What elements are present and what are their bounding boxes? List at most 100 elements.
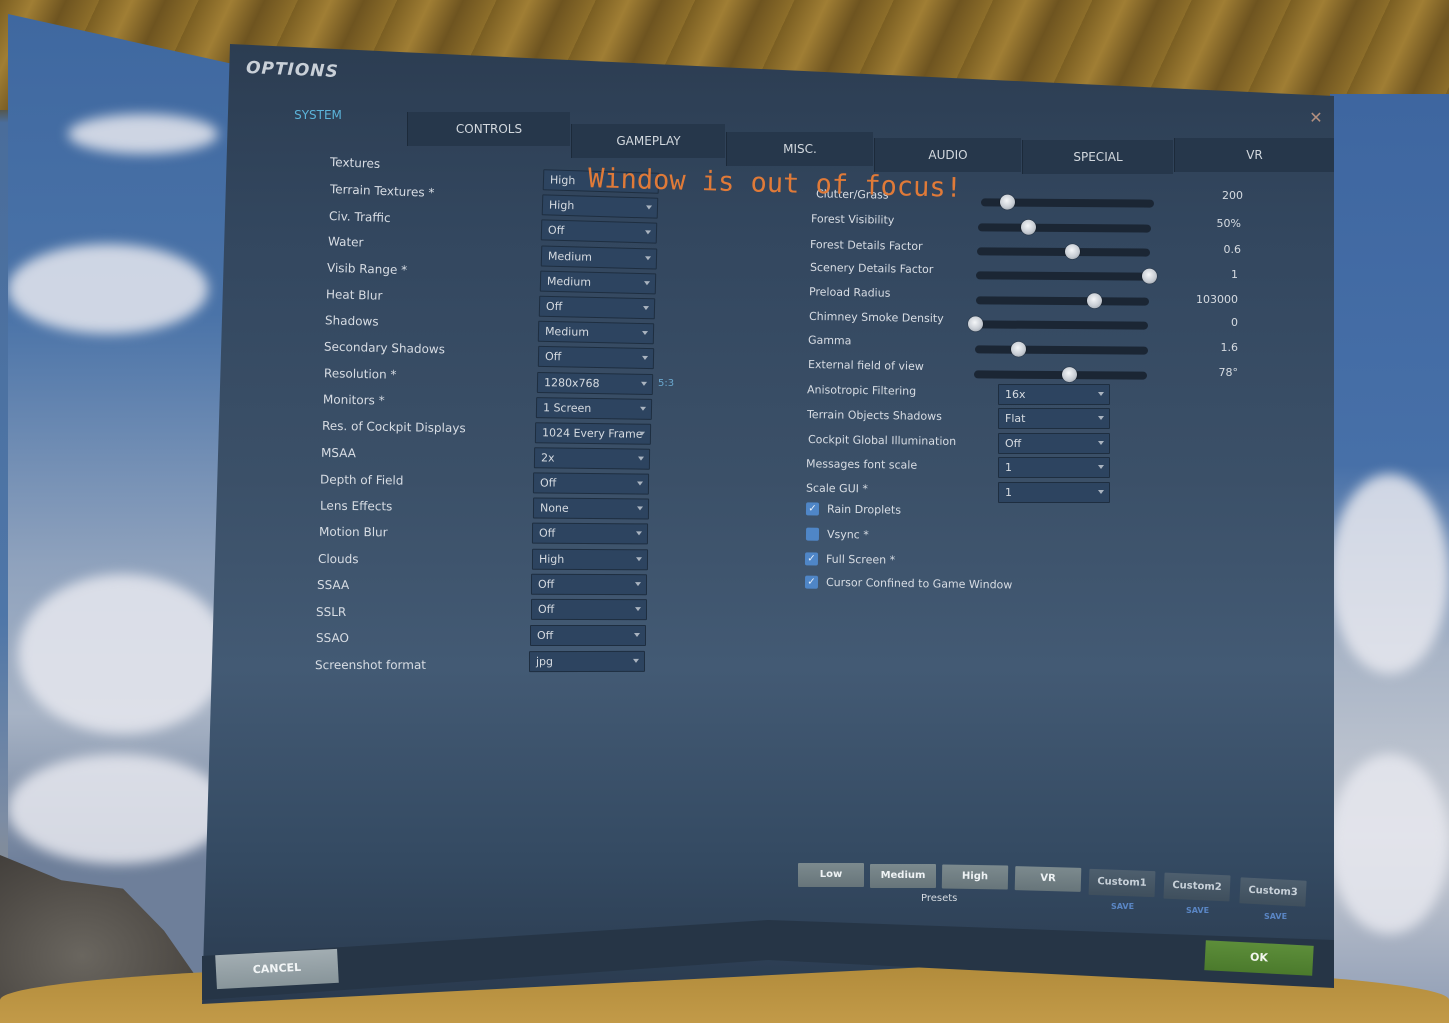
setting-dropdown[interactable]: 1 [998,482,1110,503]
setting-dropdown[interactable]: Flat [998,408,1110,429]
dropdown-value: 1 Screen [542,401,592,415]
slider-label: Forest Visibility [810,212,895,227]
preset-medium-button[interactable]: Medium [870,864,936,888]
setting-dropdown[interactable]: High [542,169,660,194]
checkbox-option[interactable]: ✓ Rain Droplets [805,502,901,517]
setting-label: Terrain Objects Shadows [806,408,943,423]
setting-dropdown[interactable]: Off [532,472,650,495]
sky-backdrop-right [1330,94,1449,1023]
setting-dropdown[interactable]: Medium [537,320,655,345]
slider-thumb[interactable] [967,316,984,332]
preset-high-button[interactable]: High [941,864,1009,890]
dropdown-value: Off [539,476,557,490]
setting-dropdown[interactable]: Off [537,345,655,370]
checkbox-option[interactable]: ✓ Full Screen * [804,552,895,567]
setting-label: Heat Blur [325,287,383,303]
preset-custom3-button[interactable]: Custom3 [1239,877,1307,907]
tab-vr[interactable]: VR [1174,138,1334,172]
preset-low-button[interactable]: Low [798,863,864,887]
chevron-down-icon [644,256,652,261]
setting-dropdown[interactable]: Off [998,433,1110,454]
dropdown-value: Off [537,602,555,616]
sky-backdrop-left [8,14,233,1014]
setting-dropdown[interactable]: None [532,497,650,520]
tab-misc[interactable]: MISC. [726,132,873,166]
setting-dropdown[interactable]: 16x [998,384,1110,405]
custom2-save-link[interactable]: SAVE [1186,906,1209,915]
cloud [1330,474,1449,674]
slider-track[interactable] [974,341,1149,357]
dropdown-value: Off [537,577,555,591]
setting-label: SSAA [316,577,350,593]
setting-dropdown[interactable]: Medium [540,245,658,270]
slider-thumb[interactable] [999,194,1015,210]
slider-track[interactable] [975,268,1158,284]
tab-audio[interactable]: AUDIO [874,138,1021,172]
setting-dropdown[interactable]: 1 Screen [535,397,653,420]
tab-controls[interactable]: CONTROLS [407,112,570,146]
checkbox-unchecked-icon[interactable] [805,527,820,541]
setting-dropdown[interactable]: 1280x768 [536,371,654,396]
setting-dropdown[interactable]: 2x [533,447,651,470]
chevron-down-icon [641,330,649,336]
dropdown-value: Off [545,299,563,314]
tab-system[interactable]: SYSTEM [230,98,406,132]
checkbox-checked-icon[interactable]: ✓ [805,502,820,516]
chevron-down-icon [1098,465,1104,469]
slider-track[interactable] [975,293,1150,309]
slider-thumb[interactable] [1086,293,1102,309]
preset-custom2-button[interactable]: Custom2 [1163,872,1231,902]
chevron-down-icon [635,557,643,562]
setting-dropdown[interactable]: Medium [539,270,657,295]
setting-dropdown[interactable]: Off [530,598,648,621]
presets-label: Presets [921,893,958,904]
checkbox-checked-icon[interactable]: ✓ [804,552,819,566]
slider-label: Forest Details Factor [809,238,923,253]
checkbox-checked-icon[interactable]: ✓ [804,575,819,589]
custom1-save-link[interactable]: SAVE [1111,902,1134,911]
aspect-ratio-label: 5:3 [658,378,675,389]
setting-dropdown[interactable]: 1024 Every Frame [534,422,652,445]
setting-dropdown[interactable]: Off [531,522,649,545]
custom3-save-link[interactable]: SAVE [1264,912,1287,921]
setting-dropdown[interactable]: High [531,548,649,571]
slider-value: 103000 [1196,293,1238,306]
setting-dropdown[interactable]: High [541,194,659,219]
slider-track[interactable] [980,194,1155,210]
tab-gameplay[interactable]: GAMEPLAY [571,124,725,158]
setting-label: Clouds [317,551,359,567]
checkbox-option[interactable]: Vsync * [805,527,869,541]
chevron-down-icon [643,281,651,286]
slider-track[interactable] [973,367,1148,383]
slider-track[interactable] [976,244,1151,260]
setting-label: SSLR [315,604,347,620]
dropdown-value: Off [1005,437,1022,450]
chevron-down-icon [634,582,642,587]
slider-track[interactable] [977,219,1152,235]
chevron-down-icon [639,406,647,411]
setting-dropdown[interactable]: Off [530,625,646,646]
ok-button[interactable]: OK [1204,940,1314,976]
slider-thumb[interactable] [1141,268,1158,284]
tab-special[interactable]: SPECIAL [1022,140,1173,174]
dropdown-value: jpg [535,655,554,669]
setting-label: Motion Blur [318,524,388,540]
preset-custom1-button[interactable]: Custom1 [1088,868,1156,898]
cancel-button[interactable]: CANCEL [215,948,339,990]
setting-label: Monitors * [322,392,385,408]
preset-vr-button[interactable]: VR [1014,866,1082,892]
setting-dropdown[interactable]: 1 [998,457,1110,478]
chevron-down-icon [634,607,642,612]
setting-label: Screenshot format [314,657,427,673]
slider-label: Gamma [807,333,852,348]
setting-label: Visib Range * [326,260,408,278]
slider-value: 50% [1216,217,1241,230]
dropdown-value: 2x [540,451,555,465]
setting-dropdown[interactable]: Off [538,295,656,320]
chevron-down-icon [642,306,650,311]
slider-value: 1.6 [1220,341,1239,354]
slider-track[interactable] [967,316,1149,332]
setting-dropdown[interactable]: Off [540,219,658,244]
setting-dropdown[interactable]: jpg [528,650,646,673]
setting-dropdown[interactable]: Off [530,573,648,596]
